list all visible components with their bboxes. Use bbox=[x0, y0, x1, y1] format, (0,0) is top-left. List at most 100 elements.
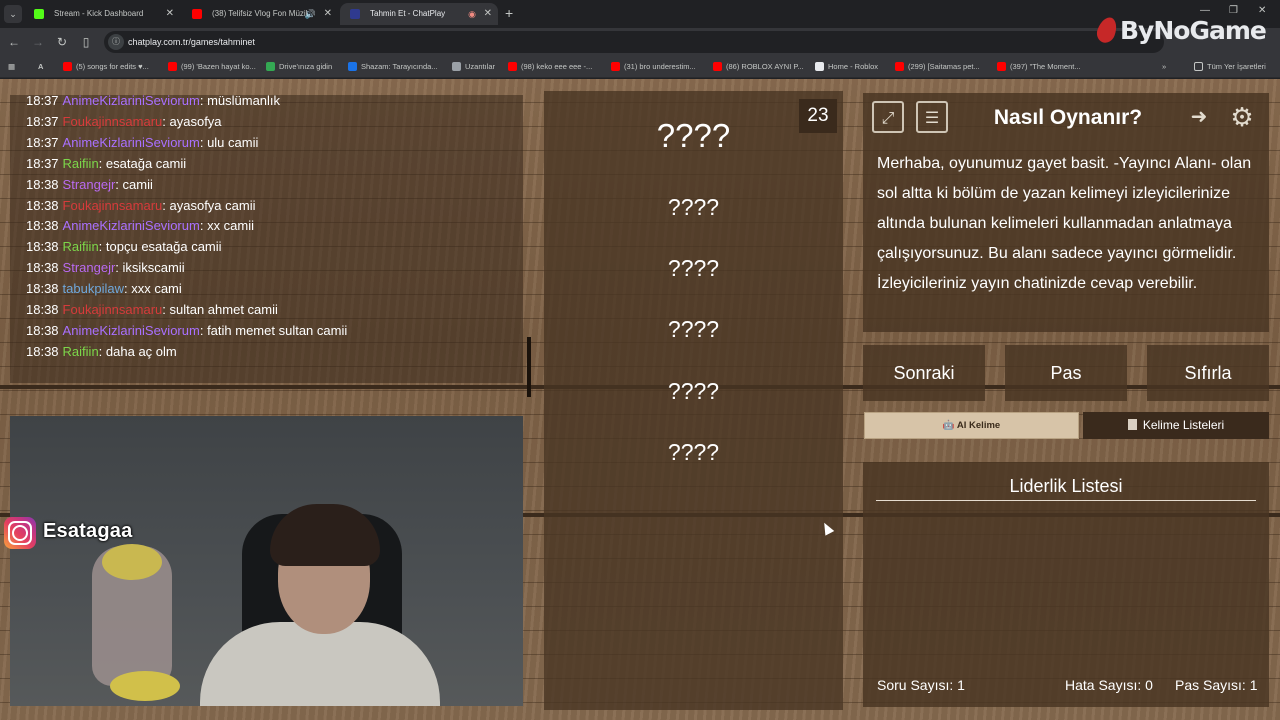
chat-username[interactable]: Foukajinnsamaru bbox=[63, 198, 163, 213]
window-close-icon[interactable]: ✕ bbox=[1258, 5, 1266, 16]
back-icon[interactable]: ← bbox=[6, 34, 22, 50]
chat-text: ayasofya camii bbox=[169, 197, 256, 213]
fullscreen-icon[interactable]: ⤢ bbox=[872, 101, 904, 133]
new-tab-button[interactable]: + bbox=[505, 4, 513, 22]
close-icon[interactable]: ✕ bbox=[324, 3, 332, 25]
chat-username[interactable]: AnimeKizlariniSeviorum bbox=[63, 93, 200, 108]
bookmark-label: (98) keko eee eee -... bbox=[521, 62, 593, 71]
chat-scrollbar[interactable] bbox=[527, 337, 531, 397]
bookmark-item[interactable]: (299) [Saitamas pet... bbox=[895, 56, 980, 78]
browser-toolbar: ← → ↻ ▯ ⓘ chatplay.com.tr/games/tahminet bbox=[0, 28, 1280, 56]
chat-username[interactable]: Strangejr bbox=[63, 260, 116, 275]
chat-username[interactable]: Raifiin bbox=[63, 239, 99, 254]
bookmark-item[interactable]: (5) songs for edits ♥... bbox=[63, 56, 149, 78]
bookmark-label: (299) [Saitamas pet... bbox=[908, 62, 980, 71]
bookmark-label: (86) ROBLOX AYNI P... bbox=[726, 62, 804, 71]
bookmark-item[interactable]: (31) bro underestim... bbox=[611, 56, 696, 78]
chat-separator: : bbox=[199, 134, 208, 150]
address-bar[interactable]: ⓘ chatplay.com.tr/games/tahminet bbox=[104, 31, 1164, 53]
bookmark-item[interactable]: Home - Roblox bbox=[815, 56, 878, 78]
settings-gear-icon[interactable]: ⚙ bbox=[1226, 101, 1258, 133]
bookmark-item[interactable]: Drive'ınıza gidin bbox=[266, 56, 332, 78]
minimize-icon[interactable]: — bbox=[1200, 5, 1210, 16]
chat-time: 18:37 bbox=[26, 134, 59, 150]
notes-icon[interactable]: ☰ bbox=[916, 101, 948, 133]
bookmark-item[interactable]: (98) keko eee eee -... bbox=[508, 56, 592, 78]
chat-username[interactable]: Foukajinnsamaru bbox=[63, 302, 163, 317]
ai-word-button[interactable]: 🤖 AI Kelime bbox=[864, 412, 1079, 439]
chat-username[interactable]: AnimeKizlariniSeviorum bbox=[63, 218, 200, 233]
tab-search-button[interactable]: ⌄ bbox=[4, 5, 22, 23]
bookmark-favicon-icon bbox=[168, 62, 177, 71]
chat-message: 18:38 AnimeKizlariniSeviorum: fatih memet… bbox=[26, 320, 347, 341]
site-info-icon[interactable]: ⓘ bbox=[108, 34, 124, 50]
chat-message: 18:38 Strangejr: camii bbox=[26, 174, 153, 195]
bynogame-logo: ByNoGame bbox=[1094, 14, 1267, 50]
chat-text: fatih memet sultan camii bbox=[207, 322, 348, 338]
error-count: Hata Sayısı: 0 bbox=[1065, 677, 1153, 693]
chat-panel: 18:37 AnimeKizlariniSeviorum: müslümanlık… bbox=[10, 93, 531, 397]
chat-separator: : bbox=[162, 113, 170, 129]
reload-icon[interactable]: ↻ bbox=[54, 34, 70, 50]
bookmark-favicon-icon bbox=[266, 62, 275, 71]
forbidden-word: ???? bbox=[667, 255, 720, 281]
chat-username[interactable]: AnimeKizlariniSeviorum bbox=[63, 323, 200, 338]
bookmark-item[interactable]: (99) 'Bazen hayat ko... bbox=[168, 56, 256, 78]
bookmark-item[interactable]: Uzantılar bbox=[452, 56, 495, 78]
chat-username[interactable]: Strangejr bbox=[63, 177, 116, 192]
speaker-icon[interactable]: 🔊 bbox=[305, 3, 316, 25]
chat-text: camii bbox=[122, 176, 153, 192]
chat-message: 18:38 AnimeKizlariniSeviorum: xx camii bbox=[26, 215, 254, 236]
reset-button[interactable]: Sıfırla bbox=[1147, 345, 1269, 401]
leaderboard-panel: Liderlik Listesi Soru Sayısı: 1 Hata Say… bbox=[863, 462, 1269, 707]
forward-icon[interactable]: → bbox=[30, 34, 46, 50]
bookmark-label: (397) "The Moment... bbox=[1010, 62, 1081, 71]
word-lists-label: Kelime Listeleri bbox=[1142, 418, 1225, 432]
forbidden-word: ???? bbox=[667, 439, 720, 465]
bookmark-favicon-icon bbox=[63, 62, 72, 71]
tab-chatplay[interactable]: Tahmin Et - ChatPlay ◉ ✕ bbox=[340, 3, 498, 25]
next-button[interactable]: Sonraki bbox=[863, 345, 985, 401]
streamer bbox=[200, 622, 440, 706]
chat-username[interactable]: Raifiin bbox=[63, 344, 99, 359]
exit-icon[interactable]: ➜ bbox=[1183, 101, 1215, 133]
chat-username[interactable]: tabukpilaw bbox=[63, 281, 124, 296]
close-icon[interactable]: ✕ bbox=[166, 3, 174, 25]
more-bookmarks-icon[interactable]: » bbox=[1162, 56, 1166, 78]
leaderboard-title: Liderlik Listesi bbox=[1009, 476, 1123, 496]
maximize-icon[interactable]: ❐ bbox=[1229, 5, 1238, 16]
game-page: 18:37 AnimeKizlariniSeviorum: müslümanlık… bbox=[0, 79, 1280, 720]
side-panel-icon[interactable]: ▯ bbox=[78, 34, 94, 50]
bookmark-label: Home - Roblox bbox=[828, 62, 879, 71]
drop-icon bbox=[1094, 14, 1120, 46]
close-icon[interactable]: ✕ bbox=[484, 3, 492, 25]
tab-kick-dashboard[interactable]: Stream - Kick Dashboard ✕ bbox=[24, 3, 180, 25]
bookmarks-bar: ▦ A » Tüm Yer İşaretleri (5) songs for e… bbox=[0, 56, 1280, 78]
chat-time: 18:38 bbox=[26, 197, 59, 213]
bookmark-favicon-icon bbox=[713, 62, 722, 71]
a-icon[interactable]: A bbox=[38, 56, 43, 78]
chat-time: 18:37 bbox=[26, 113, 59, 129]
all-bookmarks[interactable]: Tüm Yer İşaretleri bbox=[1194, 56, 1266, 78]
bookmark-favicon-icon bbox=[895, 62, 904, 71]
chat-username[interactable]: Foukajinnsamaru bbox=[63, 114, 163, 129]
bookmark-label: (31) bro underestim... bbox=[624, 62, 696, 71]
chat-username[interactable]: Raifiin bbox=[63, 156, 99, 171]
chat-message: 18:37 Foukajinnsamaru: ayasofya bbox=[26, 111, 222, 132]
chat-text: topçu esatağa camii bbox=[105, 239, 222, 255]
pass-button[interactable]: Pas bbox=[1005, 345, 1127, 401]
chat-message: 18:37 AnimeKizlariniSeviorum: müslümanlık bbox=[26, 90, 280, 111]
word-lists-button[interactable]: Kelime Listeleri bbox=[1083, 412, 1269, 439]
chat-username[interactable]: AnimeKizlariniSeviorum bbox=[63, 135, 200, 150]
tab-youtube-music[interactable]: (38) Telifsiz Vlog Fon Müzik 🔊 ✕ bbox=[182, 3, 338, 25]
chat-separator: : bbox=[98, 155, 106, 171]
bookmark-item[interactable]: Shazam: Tarayıcında... bbox=[348, 56, 438, 78]
instagram-name: Esatagaa bbox=[43, 520, 133, 542]
chat-text: sultan ahmet camii bbox=[169, 302, 278, 317]
bookmark-item[interactable]: (397) "The Moment... bbox=[997, 56, 1081, 78]
chat-text: ayasofya bbox=[169, 113, 222, 129]
plush-toy bbox=[102, 544, 162, 580]
bookmark-item[interactable]: (86) ROBLOX AYNI P... bbox=[713, 56, 804, 78]
apps-icon[interactable]: ▦ bbox=[8, 56, 15, 78]
youtube-icon bbox=[192, 9, 202, 19]
